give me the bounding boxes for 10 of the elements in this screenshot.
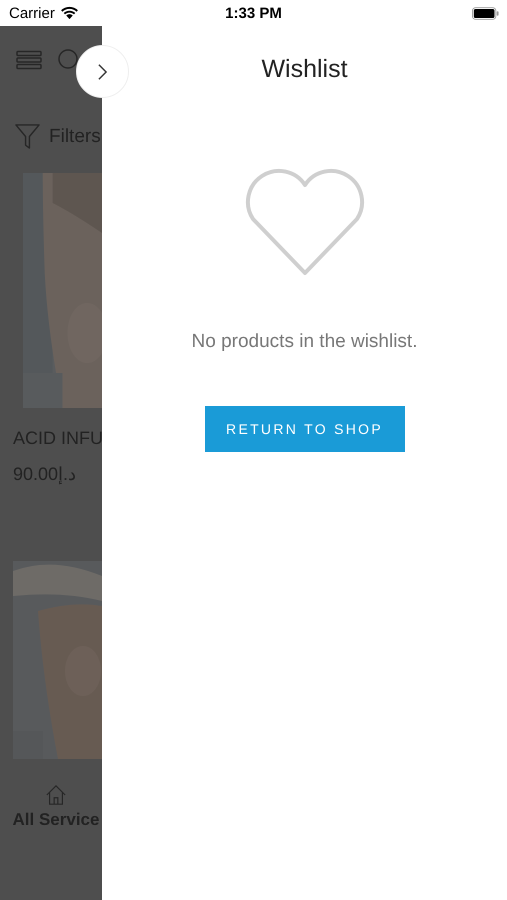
home-icon xyxy=(45,784,67,806)
drawer-title: Wishlist xyxy=(261,55,348,84)
chevron-icon xyxy=(97,62,108,80)
wifi-icon xyxy=(60,6,79,20)
battery-icon xyxy=(472,6,499,20)
return-to-shop-button[interactable]: RETURN TO SHOP xyxy=(204,406,404,452)
close-drawer-button[interactable] xyxy=(76,45,129,98)
carrier-name: Carrier xyxy=(9,4,55,22)
empty-message: No products in the wishlist. xyxy=(192,331,418,353)
status-time: 1:33 PM xyxy=(225,4,282,22)
